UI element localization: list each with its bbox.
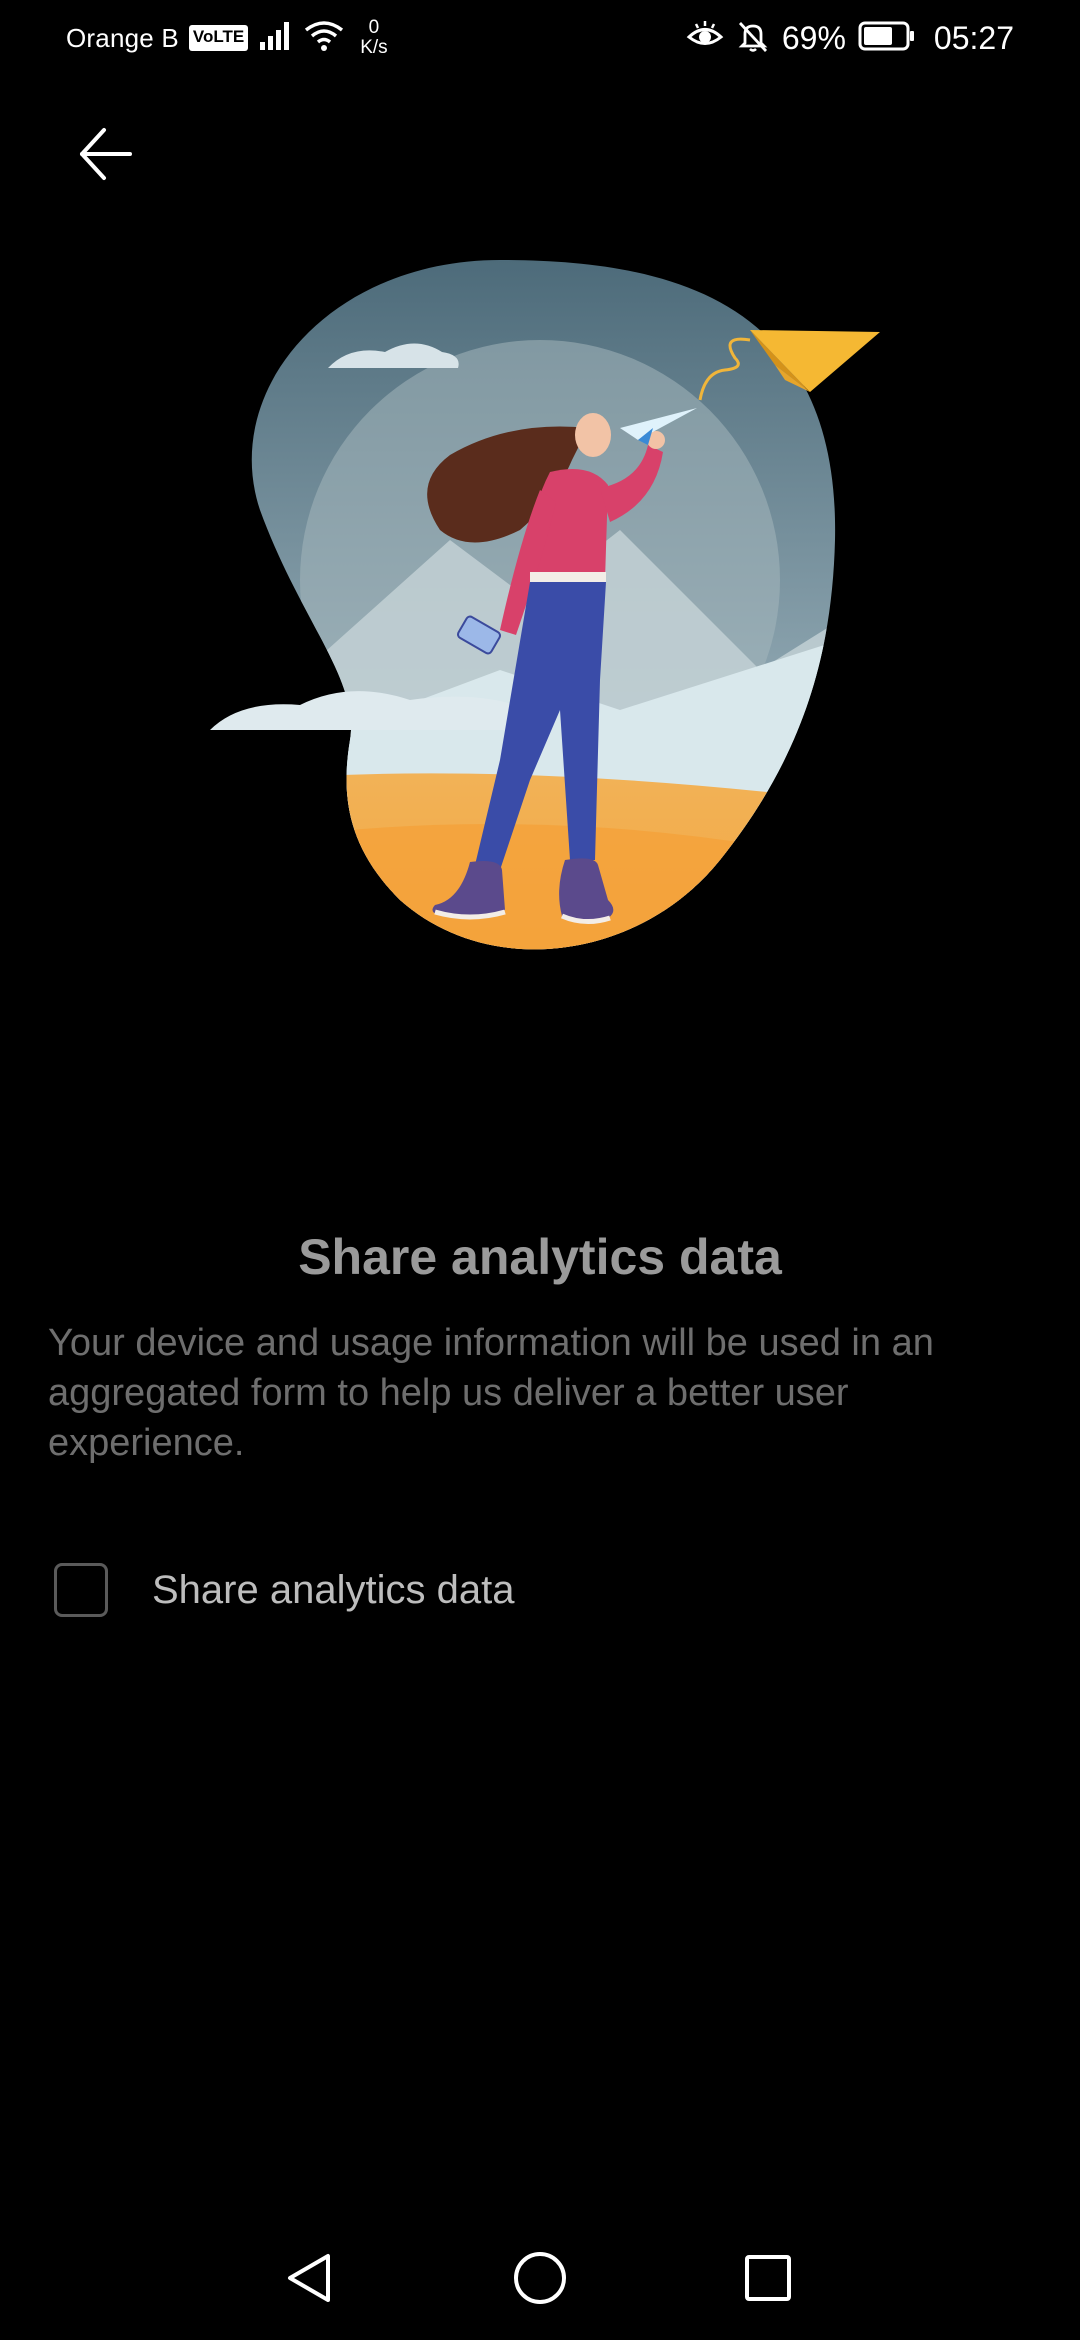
share-analytics-checkbox[interactable] [54, 1563, 108, 1617]
nav-recents-icon [740, 2250, 796, 2311]
nav-recents-button[interactable] [728, 2240, 808, 2320]
nav-back-button[interactable] [270, 2240, 350, 2320]
battery-percent: 69% [781, 19, 846, 56]
net-speed: 0 K/s [360, 18, 387, 58]
arrow-left-icon [76, 124, 136, 189]
status-right: 69% 05:27 [686, 18, 1014, 58]
share-analytics-label[interactable]: Share analytics data [152, 1568, 514, 1613]
clock: 05:27 [933, 19, 1014, 56]
illustration [200, 240, 900, 980]
battery-icon [858, 21, 916, 56]
navigation-bar [0, 2220, 1080, 2340]
page-title: Share analytics data [298, 1229, 782, 1285]
nav-home-icon [512, 2250, 568, 2311]
status-bar: Orange B VoLTE 0 K/s 69% 05:27 [0, 0, 1080, 76]
nav-back-icon [282, 2250, 338, 2311]
description-text: Your device and usage information will b… [48, 1322, 934, 1464]
eye-comfort-icon [686, 20, 724, 57]
nav-home-button[interactable] [500, 2240, 580, 2320]
wifi-icon [304, 20, 344, 57]
net-speed-unit: K/s [360, 37, 388, 58]
volte-badge: VoLTE [188, 25, 249, 51]
carrier-name: Orange B [66, 22, 179, 53]
net-speed-value: 0 [368, 17, 380, 38]
back-button[interactable] [66, 116, 146, 196]
status-left: Orange B VoLTE 0 K/s [66, 18, 388, 58]
signal-icon [258, 20, 294, 57]
alarm-muted-icon [736, 19, 770, 58]
share-analytics-checkbox-row[interactable]: Share analytics data [54, 1560, 514, 1620]
